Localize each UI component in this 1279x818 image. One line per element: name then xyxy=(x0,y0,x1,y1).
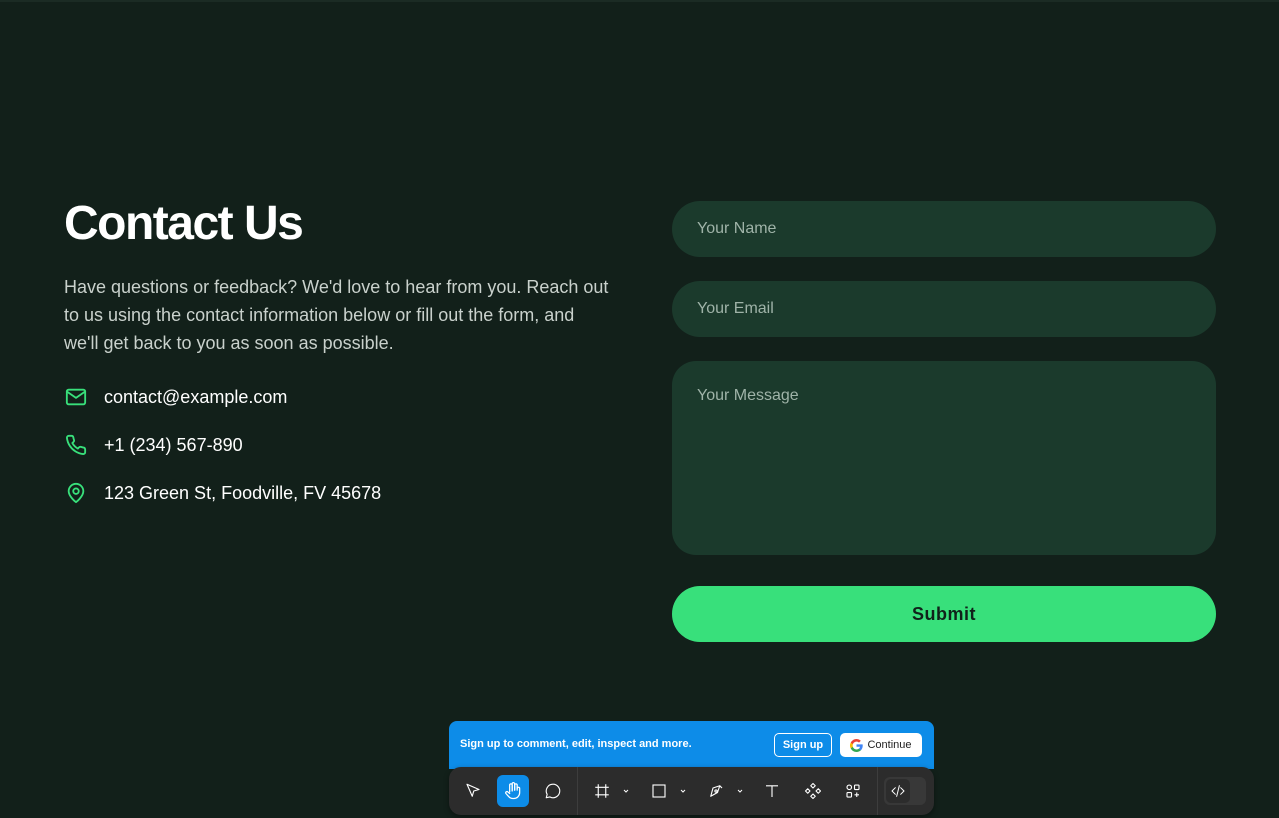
shape-tool-chevron-down-icon[interactable] xyxy=(679,787,687,795)
contact-address-row: 123 Green St, Foodville, FV 45678 xyxy=(64,481,381,505)
apps-icon[interactable] xyxy=(837,775,869,807)
frame-tool-chevron-down-icon[interactable] xyxy=(622,787,630,795)
submit-button[interactable]: Submit xyxy=(672,586,1216,642)
signup-banner-message: Sign up to comment, edit, inspect and mo… xyxy=(460,738,692,750)
google-continue-label: Continue xyxy=(867,739,912,751)
figma-overlay: Sign up to comment, edit, inspect and mo… xyxy=(449,721,934,815)
frame-tool-icon[interactable] xyxy=(586,775,618,807)
page-title: Contact Us xyxy=(64,197,304,250)
contact-description: Have questions or feedback? We'd love to… xyxy=(64,277,609,353)
move-tool-icon[interactable] xyxy=(457,775,489,807)
rectangle-tool-icon[interactable] xyxy=(643,775,675,807)
google-continue-button[interactable]: Continue xyxy=(840,733,922,757)
top-border xyxy=(0,0,1279,2)
mail-icon xyxy=(64,385,88,409)
contact-email[interactable]: contact@example.com xyxy=(104,387,287,408)
toolbar-separator-2 xyxy=(877,767,878,815)
dev-mode-toggle[interactable] xyxy=(884,777,926,805)
signup-banner: Sign up to comment, edit, inspect and mo… xyxy=(449,721,934,769)
component-tool-icon[interactable] xyxy=(797,775,829,807)
text-tool-icon[interactable] xyxy=(756,775,788,807)
dev-mode-icon xyxy=(886,779,910,803)
google-icon xyxy=(850,738,864,752)
pen-tool-chevron-down-icon[interactable] xyxy=(736,787,744,795)
toolbar-separator xyxy=(577,767,578,815)
comment-tool-icon[interactable] xyxy=(537,775,569,807)
pen-tool-icon[interactable] xyxy=(700,775,732,807)
email-input[interactable] xyxy=(672,281,1216,337)
hand-tool-icon[interactable] xyxy=(497,775,529,807)
name-input[interactable] xyxy=(672,201,1216,257)
message-textarea[interactable] xyxy=(672,361,1216,555)
contact-email-row: contact@example.com xyxy=(64,385,287,409)
map-pin-icon xyxy=(64,481,88,505)
phone-icon xyxy=(64,433,88,457)
contact-phone-row: +1 (234) 567-890 xyxy=(64,433,243,457)
signup-button[interactable]: Sign up xyxy=(774,733,832,757)
figma-toolbar xyxy=(449,767,934,815)
contact-address: 123 Green St, Foodville, FV 45678 xyxy=(104,482,382,503)
contact-phone[interactable]: +1 (234) 567-890 xyxy=(104,435,243,456)
